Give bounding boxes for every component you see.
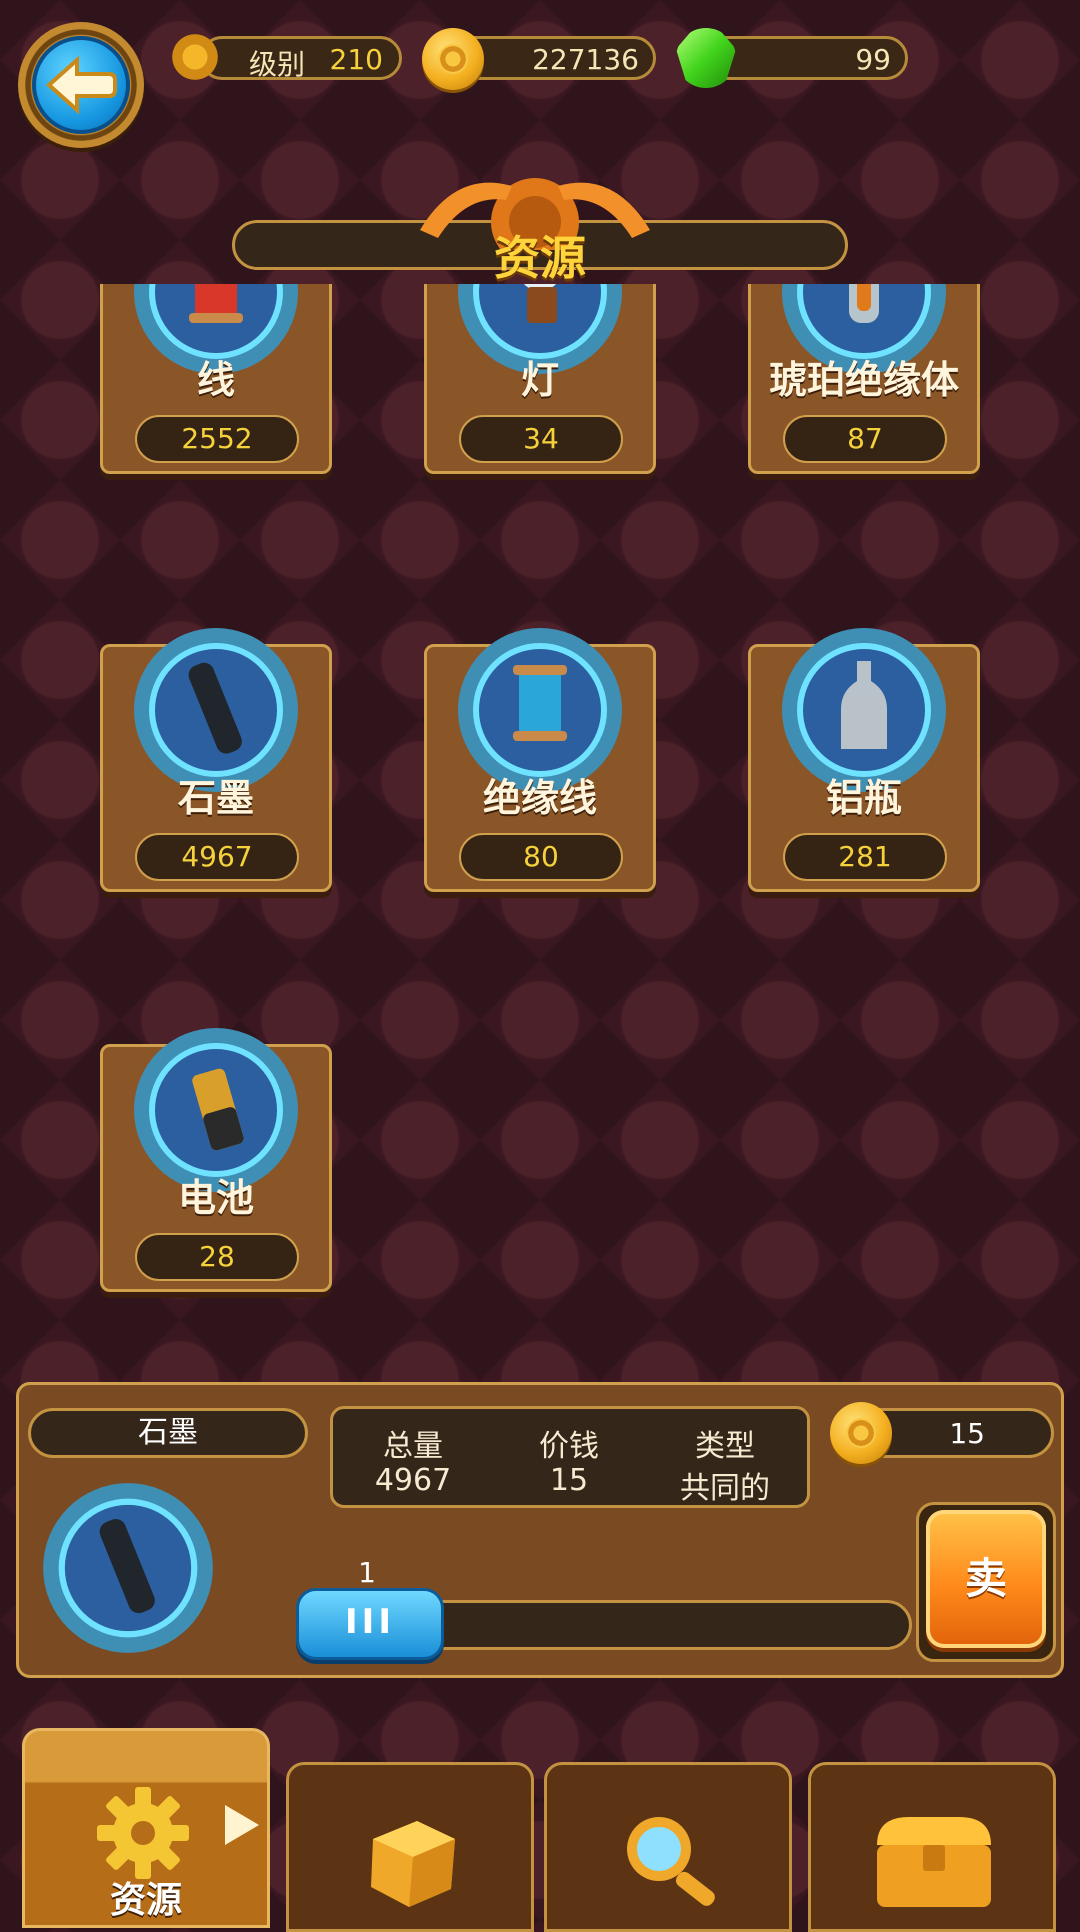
total-label: 总量: [383, 1429, 443, 1464]
back-button[interactable]: [18, 22, 144, 148]
resource-name: 绝缘线: [482, 776, 597, 820]
tab-dice[interactable]: [286, 1762, 534, 1932]
resource-name: 灯: [520, 358, 559, 402]
level-gear-icon: [166, 28, 224, 86]
resource-card[interactable]: 线 2552: [100, 284, 332, 474]
sell-button[interactable]: 卖: [926, 1510, 1046, 1648]
page-title: 资源: [494, 231, 586, 285]
resource-name: 电池: [177, 1176, 254, 1220]
resource-count: 87: [783, 415, 947, 463]
gear-icon: [97, 1787, 189, 1879]
resource-count: 2552: [135, 415, 299, 463]
resource-card[interactable]: 绝缘线 80: [424, 628, 656, 892]
dice-icon: [371, 1821, 455, 1907]
price-label: 价钱: [539, 1429, 599, 1464]
resource-name: 线: [196, 358, 235, 402]
gems-value: 99: [855, 43, 891, 76]
selected-graphite-icon: [43, 1483, 213, 1653]
selected-resource-name: 石墨: [28, 1408, 308, 1458]
tab-resources[interactable]: 资源: [22, 1728, 270, 1928]
quantity-slider-handle[interactable]: III: [296, 1588, 444, 1660]
coin-icon: [830, 1402, 892, 1464]
resource-count: 4967: [135, 833, 299, 881]
resource-count: 281: [783, 833, 947, 881]
magnifier-icon: [627, 1817, 715, 1906]
tab-chest[interactable]: [808, 1762, 1056, 1932]
resource-name: 琥珀绝缘体: [768, 358, 959, 402]
tab-search[interactable]: [544, 1762, 792, 1932]
treasure-chest-icon: [877, 1817, 991, 1907]
quantity-label: 1: [358, 1556, 376, 1589]
play-arrow-icon: [225, 1805, 259, 1845]
level-value: 210: [329, 43, 383, 76]
resource-card[interactable]: 电池 28: [100, 1028, 332, 1292]
resource-card[interactable]: 石墨 4967: [100, 628, 332, 892]
resource-name: 铝瓶: [825, 776, 902, 820]
resource-count: 80: [459, 833, 623, 881]
resource-count: 28: [135, 1233, 299, 1281]
price-value: 15: [549, 1463, 589, 1498]
total-value: 4967: [374, 1463, 452, 1498]
resource-card[interactable]: 琥珀绝缘体 87: [748, 284, 980, 474]
resource-name: 石墨: [177, 776, 254, 820]
type-value: 共同的: [680, 1471, 770, 1506]
resource-stats: 总量 4967 价钱 15 类型 共同的: [330, 1406, 810, 1508]
tab-resources-label: 资源: [109, 1880, 182, 1921]
resource-card[interactable]: 铝瓶 281: [748, 628, 980, 892]
resource-card[interactable]: 灯 34: [424, 284, 656, 474]
level-label: 级别: [249, 48, 306, 81]
type-label: 类型: [695, 1429, 755, 1464]
resource-grid: 线 2552 灯 34 琥珀绝缘体 87 石墨 4967 绝缘线 80 铝瓶 2…: [0, 284, 1080, 1340]
sell-price-value: 15: [949, 1417, 985, 1450]
back-arrow-icon: [45, 55, 117, 115]
coin-icon: [422, 28, 484, 90]
level-bar: 级别 210: [200, 36, 402, 81]
coins-value: 227136: [532, 43, 639, 76]
resource-count: 34: [459, 415, 623, 463]
